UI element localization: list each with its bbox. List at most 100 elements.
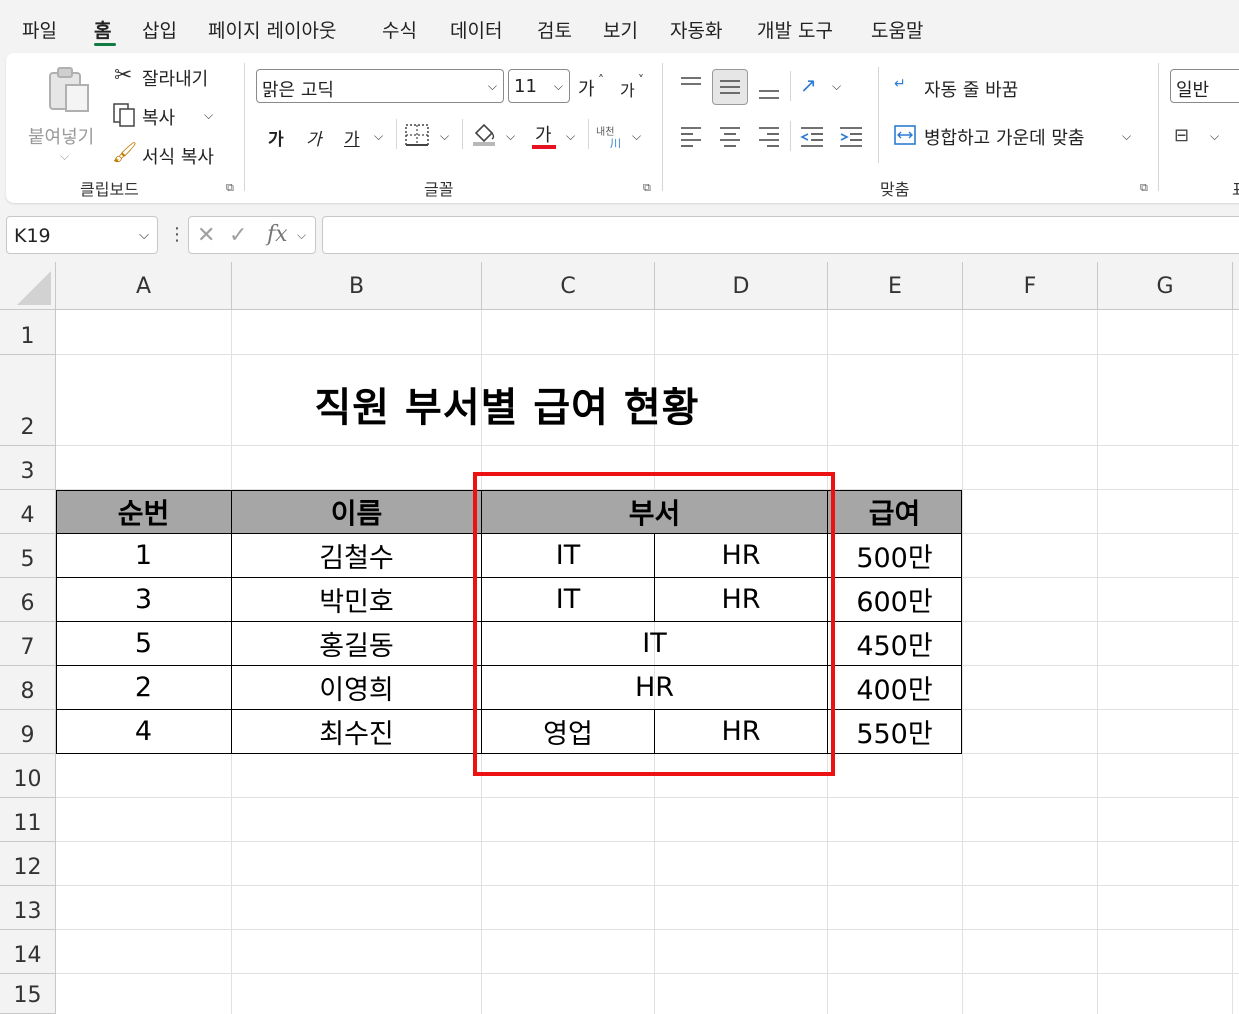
chevron-down-icon[interactable]: ⌵	[1210, 129, 1219, 144]
cell-dept-merged[interactable]: IT	[482, 622, 828, 666]
row-header-9[interactable]: 9	[0, 710, 56, 754]
cut-button[interactable]: 잘라내기	[142, 65, 208, 91]
row-header-11[interactable]: 11	[0, 798, 56, 842]
orientation-icon[interactable]: ↗	[800, 75, 817, 95]
wrap-text-button[interactable]: 자동 줄 바꿈	[924, 76, 1018, 102]
accounting-format-icon[interactable]: ⊟	[1174, 127, 1189, 145]
column-header-H[interactable]	[1233, 262, 1239, 310]
align-right-icon[interactable]	[757, 125, 781, 147]
cell-dept[interactable]: HR	[655, 534, 828, 578]
cell-no[interactable]: 2	[56, 666, 232, 710]
name-box[interactable]: K19 ⌵	[6, 216, 158, 254]
row-header-8[interactable]: 8	[0, 666, 56, 710]
grow-font-button[interactable]: 가	[578, 75, 595, 101]
menu-review[interactable]: 검토	[537, 16, 572, 43]
shrink-font-button[interactable]: 가	[620, 77, 635, 101]
cell-name[interactable]: 홍길동	[232, 622, 482, 666]
format-painter-button[interactable]: 서식 복사	[142, 143, 214, 169]
cell-dept[interactable]: IT	[482, 534, 655, 578]
increase-indent-icon[interactable]	[838, 125, 864, 147]
cell-dept[interactable]: 영업	[482, 710, 655, 754]
chevron-down-icon[interactable]: ⌵	[832, 79, 841, 94]
cell-no[interactable]: 5	[56, 622, 232, 666]
column-header-A[interactable]: A	[56, 262, 232, 310]
menu-home[interactable]: 홈	[94, 16, 111, 43]
sheet-title[interactable]: 직원 부서별 급여 현황	[232, 356, 782, 444]
cell-salary[interactable]: 400만	[828, 666, 962, 710]
italic-button[interactable]: 가	[306, 125, 322, 150]
font-color-button[interactable]: 가	[535, 121, 552, 147]
font-launcher-icon[interactable]: ⧉	[643, 181, 651, 195]
cell-salary[interactable]: 600만	[828, 578, 962, 622]
cell-dept[interactable]: IT	[482, 578, 655, 622]
cancel-icon[interactable]: ✕	[197, 223, 215, 248]
insert-function-button[interactable]: fx	[267, 222, 288, 247]
header-no[interactable]: 순번	[56, 490, 232, 534]
align-top-icon[interactable]	[679, 75, 703, 95]
chevron-down-icon[interactable]: ⌵	[632, 129, 641, 144]
menu-formulas[interactable]: 수식	[382, 16, 417, 43]
header-name[interactable]: 이름	[232, 490, 482, 534]
align-center-icon[interactable]	[718, 125, 742, 147]
merge-center-button[interactable]: 병합하고 가운데 맞춤	[924, 124, 1084, 150]
row-header-1[interactable]: 1	[0, 310, 56, 355]
copy-button[interactable]: 복사	[142, 104, 175, 130]
cell-name[interactable]: 박민호	[232, 578, 482, 622]
alignment-launcher-icon[interactable]: ⧉	[1140, 181, 1148, 195]
column-header-B[interactable]: B	[232, 262, 482, 310]
align-left-icon[interactable]	[679, 125, 703, 147]
formula-input[interactable]	[322, 216, 1239, 254]
font-name-select[interactable]: 맑은 고딕 ⌵	[256, 69, 504, 103]
cell-name[interactable]: 이영희	[232, 666, 482, 710]
row-header-10[interactable]: 10	[0, 754, 56, 798]
select-all-button[interactable]	[0, 262, 56, 310]
row-header-13[interactable]: 13	[0, 886, 56, 930]
chevron-down-icon[interactable]: ⌵	[297, 228, 306, 243]
header-salary[interactable]: 급여	[828, 490, 962, 534]
cell-dept-merged[interactable]: HR	[482, 666, 828, 710]
chevron-down-icon[interactable]: ⌵	[440, 129, 449, 144]
clipboard-launcher-icon[interactable]: ⧉	[226, 181, 234, 195]
menu-insert[interactable]: 삽입	[142, 16, 177, 43]
column-header-C[interactable]: C	[482, 262, 655, 310]
bold-button[interactable]: 가	[268, 125, 284, 150]
more-options-icon[interactable]: ⋮	[168, 224, 186, 245]
menu-view[interactable]: 보기	[603, 16, 638, 43]
menu-automate[interactable]: 자동화	[670, 16, 722, 43]
row-header-12[interactable]: 12	[0, 842, 56, 886]
cell-salary[interactable]: 450만	[828, 622, 962, 666]
cell-salary[interactable]: 550만	[828, 710, 962, 754]
enter-check-icon[interactable]: ✓	[229, 223, 247, 248]
cell-name[interactable]: 최수진	[232, 710, 482, 754]
menu-help[interactable]: 도움말	[871, 16, 923, 43]
cell-no[interactable]: 3	[56, 578, 232, 622]
paste-button[interactable]: 붙여넣기 ⌵	[24, 61, 104, 163]
number-format-select[interactable]: 일반	[1170, 69, 1239, 103]
chevron-down-icon[interactable]: ⌵	[566, 129, 575, 144]
row-header-2[interactable]: 2	[0, 355, 56, 446]
align-middle-button[interactable]	[712, 69, 748, 105]
cell-salary[interactable]: 500만	[828, 534, 962, 578]
copy-dropdown-chevron-icon[interactable]: ⌵	[204, 108, 213, 123]
header-dept[interactable]: 부서	[482, 490, 828, 534]
menu-data[interactable]: 데이터	[450, 16, 502, 43]
menu-developer[interactable]: 개발 도구	[757, 16, 833, 43]
fill-color-icon[interactable]	[470, 119, 498, 147]
menu-page-layout[interactable]: 페이지 레이아웃	[208, 16, 336, 43]
merge-dropdown-chevron-icon[interactable]: ⌵	[1122, 129, 1131, 144]
column-header-G[interactable]: G	[1098, 262, 1233, 310]
align-bottom-icon[interactable]	[757, 83, 781, 103]
row-header-5[interactable]: 5	[0, 534, 56, 578]
font-size-select[interactable]: 11 ⌵	[508, 69, 570, 103]
row-header-14[interactable]: 14	[0, 930, 56, 974]
cell-dept[interactable]: HR	[655, 710, 828, 754]
row-header-6[interactable]: 6	[0, 578, 56, 622]
borders-icon[interactable]	[404, 123, 430, 147]
cell-name[interactable]: 김철수	[232, 534, 482, 578]
decrease-indent-icon[interactable]	[799, 125, 825, 147]
column-header-D[interactable]: D	[655, 262, 828, 310]
cell-no[interactable]: 1	[56, 534, 232, 578]
row-header-3[interactable]: 3	[0, 446, 56, 490]
row-header-4[interactable]: 4	[0, 490, 56, 534]
column-header-E[interactable]: E	[828, 262, 963, 310]
